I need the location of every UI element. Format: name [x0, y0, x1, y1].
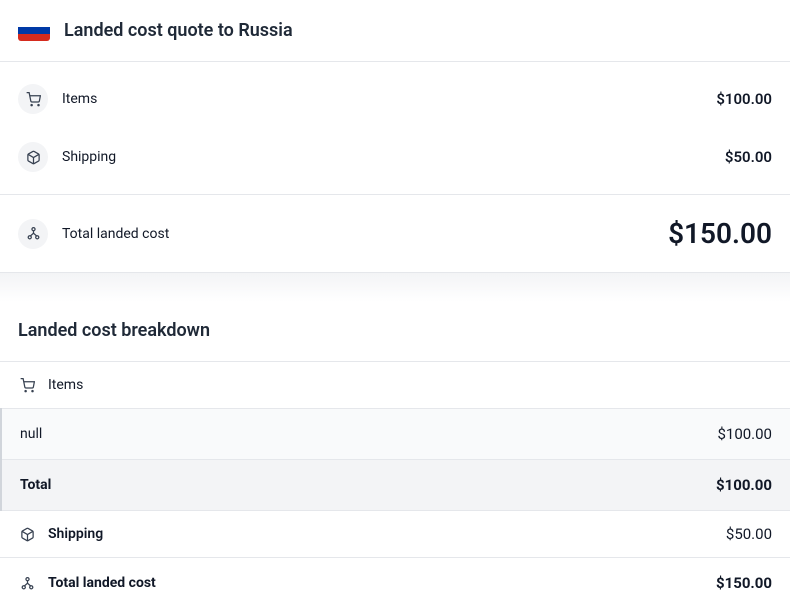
total-value: $150.00	[668, 217, 772, 250]
breakdown-items-list: null $100.00 Total $100.00	[0, 408, 790, 511]
total-label: Total landed cost	[62, 226, 169, 242]
breakdown-items-total-row: Total $100.00	[2, 459, 790, 511]
summary-section: Items $100.00 Shipping $50.00	[0, 62, 790, 194]
package-icon	[18, 525, 36, 543]
breakdown-items-label: Items	[48, 377, 83, 393]
breakdown-item-row: null $100.00	[2, 408, 790, 459]
cart-icon	[18, 84, 48, 114]
items-total-label: Total	[20, 477, 51, 493]
summary-total-row: Total landed cost $150.00	[0, 194, 790, 272]
page-title: Landed cost quote to Russia	[64, 20, 293, 41]
items-total-value: $100.00	[716, 476, 772, 494]
item-name: null	[20, 426, 42, 442]
flag-stripe-blue	[18, 27, 50, 34]
cart-icon	[18, 376, 36, 394]
summary-shipping-row: Shipping $50.00	[0, 128, 790, 186]
hierarchy-icon	[18, 574, 36, 592]
item-amount: $100.00	[717, 425, 772, 443]
items-value: $100.00	[716, 90, 772, 108]
section-divider	[0, 272, 790, 302]
hierarchy-icon	[18, 219, 48, 249]
quote-card: Landed cost quote to Russia Items $100.0…	[0, 0, 790, 272]
breakdown-title: Landed cost breakdown	[0, 302, 790, 362]
shipping-label: Shipping	[62, 149, 116, 165]
card-header: Landed cost quote to Russia	[0, 0, 790, 62]
summary-items-row: Items $100.00	[0, 70, 790, 128]
breakdown-shipping-label: Shipping	[48, 526, 103, 542]
country-flag-russia	[18, 21, 50, 41]
flag-stripe-white	[18, 21, 50, 28]
breakdown-final-label: Total landed cost	[48, 575, 156, 591]
breakdown-shipping-value: $50.00	[726, 525, 772, 543]
breakdown-card: Landed cost breakdown Items null $100.00…	[0, 302, 790, 606]
breakdown-final-value: $150.00	[716, 574, 772, 592]
flag-stripe-red	[18, 34, 50, 41]
items-label: Items	[62, 91, 97, 107]
breakdown-final-row: Total landed cost $150.00	[0, 558, 790, 606]
breakdown-shipping-row: Shipping $50.00	[0, 511, 790, 558]
package-icon	[18, 142, 48, 172]
breakdown-items-header: Items	[0, 362, 790, 408]
shipping-value: $50.00	[725, 148, 772, 166]
